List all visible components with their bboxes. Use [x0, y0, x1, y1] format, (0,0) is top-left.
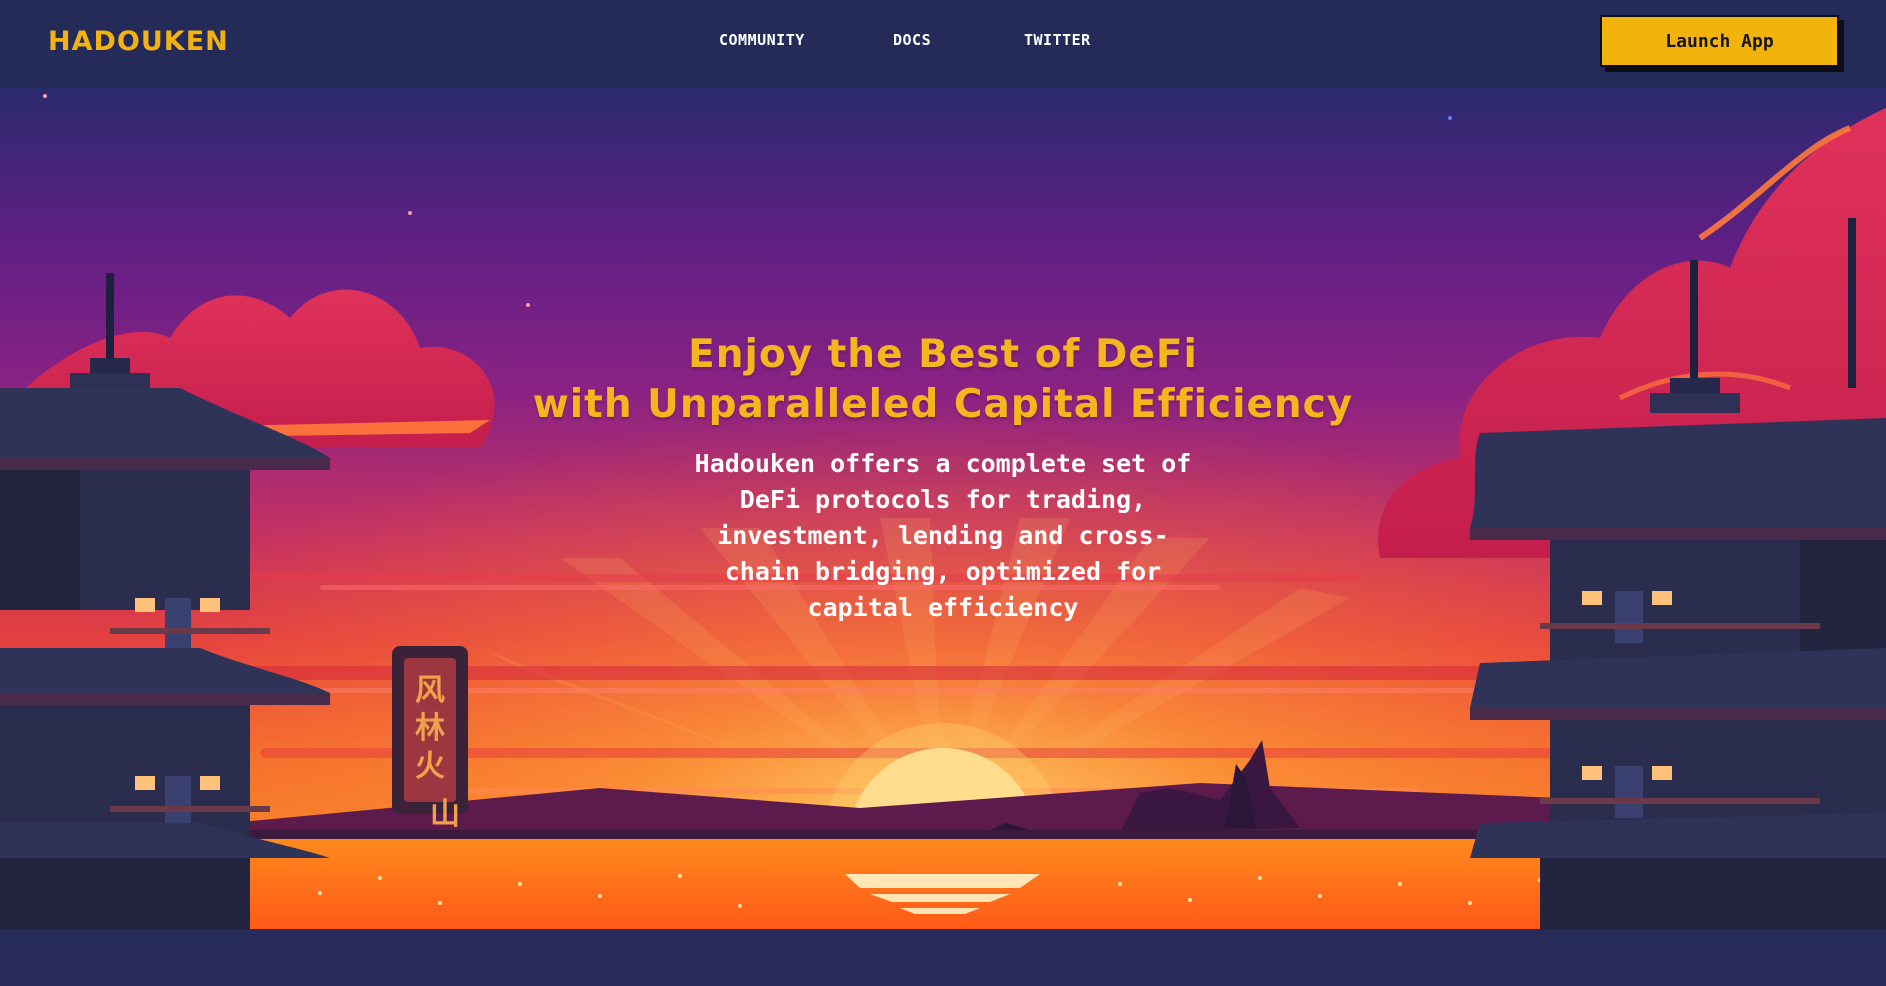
launch-app-button-wrapper: Launch App [1600, 15, 1844, 72]
launch-app-button[interactable]: Launch App [1600, 15, 1839, 67]
sign-char-2: 林 [415, 711, 445, 746]
hadouken-logo[interactable]: HADOUKEN [48, 26, 229, 57]
nav-link-docs[interactable]: DOCS [893, 31, 931, 49]
nav-link-community[interactable]: COMMUNITY [719, 31, 805, 49]
hero-headline: Enjoy the Best of DeFi with Unparalleled… [443, 330, 1443, 430]
sign-board: 风 林 火 山 [392, 646, 468, 832]
top-navigation-bar: HADOUKEN COMMUNITY DOCS TWITTER Launch A… [0, 0, 1886, 88]
hero-headline-line-2: with Unparalleled Capital Efficiency [532, 382, 1354, 427]
sign-char-3: 火 [415, 749, 445, 784]
hero-headline-line-1: Enjoy the Best of DeFi [688, 332, 1198, 377]
sign-char-4: 山 [430, 797, 460, 832]
hero-subcopy: Hadouken offers a complete set of DeFi p… [694, 449, 1192, 622]
section-divider-band [0, 929, 1886, 986]
sign-char-1: 风 [415, 673, 445, 708]
nav-link-twitter[interactable]: TWITTER [1024, 31, 1091, 49]
